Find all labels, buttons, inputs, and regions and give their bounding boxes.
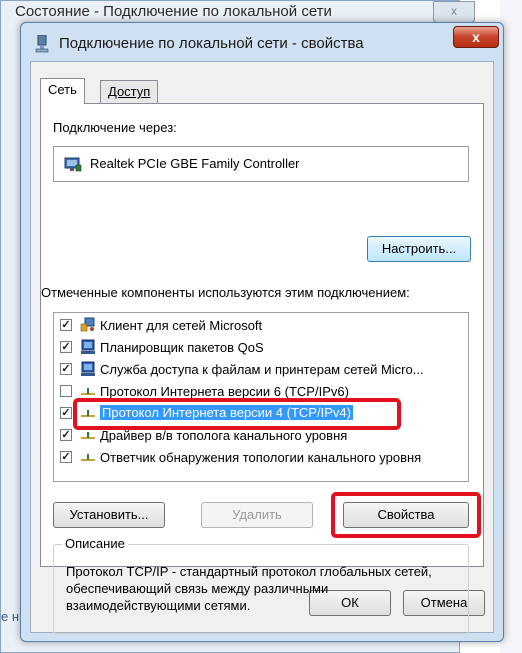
list-item[interactable]: ✓ Планировщик пакетов QoS (54, 337, 468, 359)
network-adapter-icon (64, 157, 82, 172)
component-label: Драйвер в/в тополога канального уровня (100, 428, 348, 443)
service-icon (81, 361, 95, 376)
remove-button-label: Удалить (232, 507, 282, 522)
component-label: Служба доступа к файлам и принтерам сете… (100, 362, 424, 377)
configure-button[interactable]: Настроить... (367, 236, 471, 262)
background-window-title: Состояние - Подключение по локальной сет… (15, 3, 332, 20)
list-item[interactable]: ✓ Служба доступа к файлам и принтерам се… (54, 359, 468, 381)
component-checkbox[interactable]: ✓ (60, 363, 72, 375)
install-button[interactable]: Установить... (53, 502, 165, 528)
component-label: Планировщик пакетов QoS (100, 340, 264, 355)
background-window-close-button[interactable]: x (433, 1, 475, 23)
remove-button[interactable]: Удалить (201, 502, 313, 528)
component-checkbox[interactable]: ✓ (60, 319, 72, 331)
configure-button-label: Настроить... (381, 241, 457, 256)
description-group: Описание Протокол TCP/IP - стандартный п… (53, 536, 469, 634)
properties-dialog: Подключение по локальной сети - свойства… (20, 22, 504, 642)
component-label: Протокол Интернета версии 6 (TCP/IPv6) (100, 384, 349, 399)
adapter-field: Realtek PCIe GBE Family Controller (53, 146, 469, 182)
description-text: Протокол TCP/IP - стандартный протокол г… (66, 564, 432, 613)
close-button[interactable]: x (453, 26, 499, 48)
dialog-title: Подключение по локальной сети - свойства (59, 35, 364, 52)
protocol-icon (81, 454, 95, 461)
protocol-icon (81, 388, 95, 395)
components-list[interactable]: ✓ Клиент для сетей Microsoft ✓ Планировщ… (53, 312, 469, 482)
network-tab-panel: Подключение через: Realtek PCIe GBE Fami… (40, 103, 484, 634)
tab-sharing-label: Доступ (108, 84, 151, 99)
component-label: Клиент для сетей Microsoft (100, 318, 263, 333)
tab-network[interactable]: Сеть (40, 78, 85, 104)
background-window-side-label: е н (1, 609, 20, 624)
connect-via-label: Подключение через: (53, 120, 177, 135)
properties-highlight (331, 492, 481, 538)
components-label: Отмеченные компоненты используются этим … (41, 285, 410, 300)
list-item[interactable]: ✓ Ответчик обнаружения топологии канальн… (54, 447, 468, 469)
component-checkbox[interactable]: ✓ (60, 451, 72, 463)
service-icon (81, 339, 95, 354)
title-bar[interactable]: Подключение по локальной сети - свойства… (21, 23, 503, 63)
install-button-label: Установить... (69, 507, 149, 522)
adapter-name: Realtek PCIe GBE Family Controller (90, 156, 300, 171)
dialog-content: Сеть Доступ Подключение через: Realtek P… (30, 61, 494, 634)
component-label: Ответчик обнаружения топологии канальног… (100, 450, 422, 465)
description-title: Описание (62, 536, 128, 551)
component-checkbox[interactable]: ✓ (60, 429, 72, 441)
component-checkbox[interactable]: ✓ (60, 341, 72, 353)
list-item[interactable]: ✓ Клиент для сетей Microsoft (54, 315, 468, 337)
component-checkbox[interactable] (60, 385, 72, 397)
ipv4-highlight (73, 398, 401, 430)
component-checkbox[interactable]: ✓ (60, 407, 72, 419)
network-client-icon (80, 317, 95, 332)
tab-sharing[interactable]: Доступ (100, 80, 159, 104)
tab-network-label: Сеть (48, 82, 77, 97)
network-connection-icon (35, 35, 49, 53)
